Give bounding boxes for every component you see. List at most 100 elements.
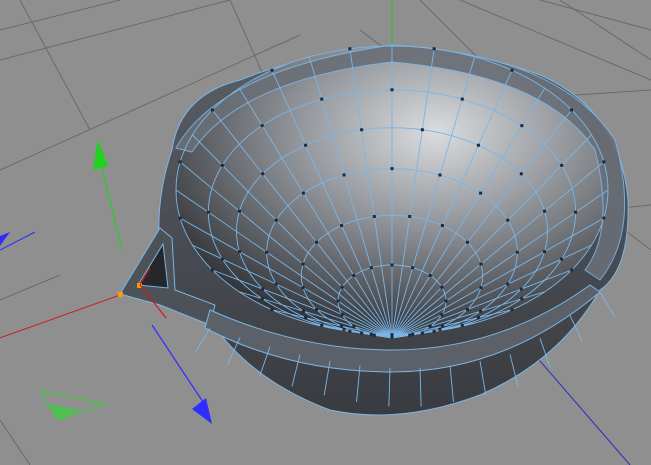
mesh-point[interactable] <box>479 191 483 195</box>
mesh-point[interactable] <box>602 216 606 220</box>
mesh-point[interactable] <box>432 329 436 333</box>
mesh-point[interactable] <box>440 324 444 328</box>
mesh-point[interactable] <box>479 286 483 290</box>
mesh-point[interactable] <box>440 313 444 317</box>
mesh-point[interactable] <box>237 250 241 254</box>
mesh-point[interactable] <box>178 216 182 220</box>
mesh-point[interactable] <box>428 324 432 328</box>
mesh-point[interactable] <box>543 250 547 254</box>
mesh-point[interactable] <box>261 287 265 291</box>
mesh-point[interactable] <box>315 240 319 244</box>
mesh-point[interactable] <box>390 263 394 267</box>
mesh-point[interactable] <box>342 173 346 177</box>
mesh-point[interactable] <box>340 285 344 289</box>
gizmo-z-arrow[interactable] <box>192 398 212 424</box>
mesh-point[interactable] <box>570 108 574 112</box>
mesh-point[interactable] <box>506 218 510 222</box>
mesh-point[interactable] <box>342 327 346 331</box>
mesh-point[interactable] <box>476 316 480 320</box>
mesh-point[interactable] <box>543 209 547 213</box>
mesh-point[interactable] <box>178 160 182 164</box>
mesh-point[interactable] <box>560 163 564 167</box>
mesh-point[interactable] <box>440 224 444 228</box>
mesh-point[interactable] <box>320 323 324 327</box>
mesh-point[interactable] <box>570 268 574 272</box>
mesh-point[interactable] <box>432 47 436 51</box>
mesh-point[interactable] <box>348 329 352 333</box>
mesh-point[interactable] <box>519 287 523 291</box>
mesh-point[interactable] <box>444 299 448 303</box>
mesh-point[interactable] <box>408 333 412 337</box>
grid-line <box>539 0 651 31</box>
mesh-point[interactable] <box>465 307 469 311</box>
mesh-point[interactable] <box>260 297 264 301</box>
mesh-point[interactable] <box>265 250 269 254</box>
mesh-point[interactable] <box>560 257 564 261</box>
mesh-point[interactable] <box>372 333 376 337</box>
gizmo-y-arrow[interactable] <box>93 140 108 170</box>
mesh-point[interactable] <box>460 97 464 101</box>
mesh-point[interactable] <box>574 210 578 214</box>
mesh-point[interactable] <box>460 323 464 327</box>
mesh-point[interactable] <box>479 262 483 266</box>
mesh-point[interactable] <box>390 88 394 92</box>
mesh-point[interactable] <box>320 97 324 101</box>
mesh-point[interactable] <box>520 124 524 128</box>
mesh-point[interactable] <box>301 286 305 290</box>
mesh-point[interactable] <box>408 215 412 219</box>
mesh-point[interactable] <box>360 128 364 132</box>
mesh-point[interactable] <box>369 266 373 270</box>
viewport-canvas[interactable] <box>0 0 651 465</box>
mesh-point[interactable] <box>274 282 278 286</box>
mesh-point[interactable] <box>340 324 344 328</box>
mesh-point[interactable] <box>411 266 415 270</box>
mesh-point[interactable] <box>440 285 444 289</box>
mesh-point[interactable] <box>476 143 480 147</box>
mesh-point[interactable] <box>510 308 514 312</box>
mesh-point[interactable] <box>510 68 514 72</box>
mesh-point[interactable] <box>210 108 214 112</box>
mesh-point[interactable] <box>506 282 510 286</box>
mesh-point[interactable] <box>270 68 274 72</box>
mesh-point[interactable] <box>602 160 606 164</box>
mesh-point[interactable] <box>438 327 442 331</box>
mesh-point[interactable] <box>340 224 344 228</box>
mesh-point[interactable] <box>428 274 432 278</box>
mesh-point[interactable] <box>372 215 376 219</box>
mesh-point[interactable] <box>411 332 415 336</box>
mesh-point[interactable] <box>420 128 424 132</box>
mesh-point[interactable] <box>274 218 278 222</box>
mesh-point[interactable] <box>270 308 274 312</box>
mesh-point[interactable] <box>220 163 224 167</box>
mesh-point[interactable] <box>390 167 394 171</box>
3d-viewport[interactable] <box>0 0 651 465</box>
mesh-point[interactable] <box>206 210 210 214</box>
mesh-point[interactable] <box>304 316 308 320</box>
mesh-point[interactable] <box>304 143 308 147</box>
mesh-point[interactable] <box>515 250 519 254</box>
mesh-point[interactable] <box>519 172 523 176</box>
mesh-point[interactable] <box>301 309 305 313</box>
mesh-point[interactable] <box>315 307 319 311</box>
mesh-point[interactable] <box>352 324 356 328</box>
mesh-point[interactable] <box>360 331 364 335</box>
mesh-point[interactable] <box>261 172 265 176</box>
mesh-point[interactable] <box>210 268 214 272</box>
mesh-point[interactable] <box>438 173 442 177</box>
selected-point[interactable] <box>118 292 123 297</box>
mesh-point[interactable] <box>520 297 524 301</box>
mesh-point[interactable] <box>340 313 344 317</box>
mesh-point[interactable] <box>420 331 424 335</box>
mesh-point[interactable] <box>220 257 224 261</box>
mesh-point[interactable] <box>301 262 305 266</box>
mesh-point[interactable] <box>237 209 241 213</box>
mesh-point[interactable] <box>348 47 352 51</box>
mesh-point[interactable] <box>301 191 305 195</box>
mesh-point[interactable] <box>465 240 469 244</box>
mesh-point[interactable] <box>260 124 264 128</box>
mesh-point[interactable] <box>352 274 356 278</box>
mesh-point[interactable] <box>479 309 483 313</box>
mesh-point[interactable] <box>369 332 373 336</box>
mesh-point[interactable] <box>390 333 394 337</box>
mesh-point[interactable] <box>336 299 340 303</box>
